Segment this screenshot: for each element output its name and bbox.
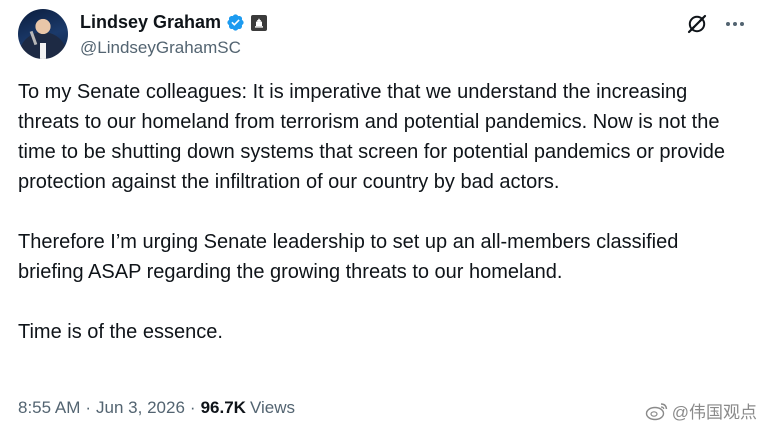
views-count[interactable]: 96.7K [201,398,246,418]
watermark: @伟国观点 [645,398,757,423]
views-label[interactable]: Views [250,398,295,418]
tweet-paragraph-1: To my Senate colleagues: It is imperativ… [18,81,726,193]
author-display-name[interactable]: Lindsey Graham [80,12,221,33]
government-badge-icon[interactable] [251,14,268,31]
meta-separator: · [85,398,92,417]
meta-separator: · [189,398,196,417]
tweet-date[interactable]: Jun 3, 2026 [96,398,185,418]
header-actions [685,12,747,36]
tweet-time[interactable]: 8:55 AM [18,398,80,418]
tweet-metadata: 8:55 AM · Jun 3, 2026 · 96.7K Views [18,398,295,418]
verified-badge-icon[interactable] [226,13,245,32]
more-options-icon[interactable] [723,12,747,36]
shirt-shape [40,43,46,59]
grok-icon[interactable] [685,12,709,36]
name-row: Lindsey Graham [80,11,268,35]
tweet-paragraph-3: Time is of the essence. [18,321,223,343]
author-identity: Lindsey Graham @LindseyGrahamSC [80,11,268,58]
tweet-card: Lindsey Graham @LindseyGrahamSC To my Se… [0,0,765,428]
avatar[interactable] [18,9,68,59]
watermark-text: @伟国观点 [671,403,757,422]
tweet-header: Lindsey Graham @LindseyGrahamSC [18,8,747,60]
microphone-shape [29,30,38,46]
author-handle[interactable]: @LindseyGrahamSC [80,38,267,58]
weibo-icon [645,401,669,421]
tweet-text: To my Senate colleagues: It is imperativ… [18,77,748,347]
tweet-paragraph-2: Therefore I’m urging Senate leadership t… [18,231,679,283]
